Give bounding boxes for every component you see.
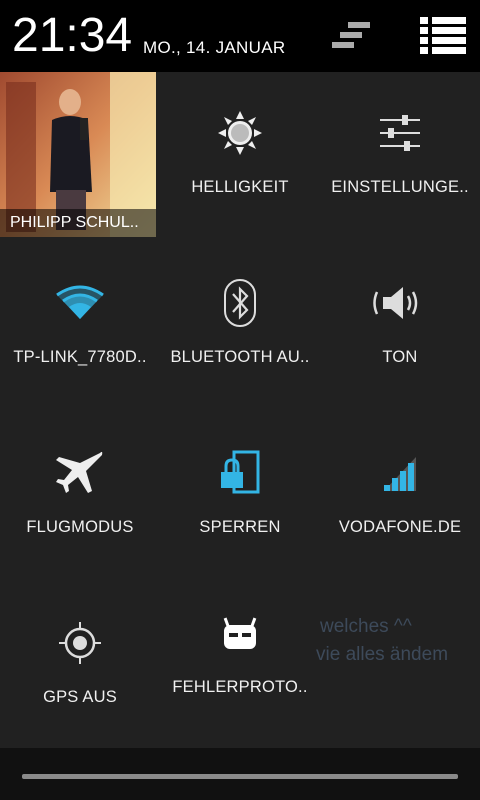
gps-icon [50, 618, 110, 668]
panel-bottom [0, 748, 480, 800]
tile-bluetooth[interactable]: BLUETOOTH AU.. [160, 242, 320, 412]
lock-icon [210, 448, 270, 498]
tile-label: HELLIGKEIT [191, 178, 289, 196]
tile-signal[interactable]: VODAFONE.DE [320, 412, 480, 582]
cyanogenmod-icon [210, 610, 270, 660]
background-text-line1: welches ^^ [320, 616, 412, 637]
tile-label: BLUETOOTH AU.. [170, 348, 310, 366]
date: MO., 14. JANUAR [143, 38, 286, 57]
tile-label: TON [382, 348, 418, 366]
tile-label: FEHLERPROTO.. [172, 678, 308, 696]
status-bar: 21:34 MO., 14. JANUAR [0, 0, 480, 72]
notifications-dismiss-icon[interactable] [326, 14, 376, 59]
tile-sound[interactable]: TON [320, 242, 480, 412]
tile-label: GPS AUS [43, 688, 117, 706]
tile-brightness[interactable]: HELLIGKEIT [160, 72, 320, 242]
drag-handle[interactable] [22, 774, 458, 779]
tile-settings[interactable]: EINSTELLUNGE.. [320, 72, 480, 242]
signal-icon [370, 448, 430, 498]
tile-label: EINSTELLUNGE.. [331, 178, 469, 196]
brightness-icon [210, 108, 270, 158]
tile-gps[interactable]: GPS AUS [0, 582, 160, 752]
profile-tile[interactable]: PHILIPP SCHUL.. [0, 72, 156, 237]
tile-lock[interactable]: SPERREN [160, 412, 320, 582]
wifi-icon [50, 278, 110, 328]
bluetooth-icon [210, 278, 270, 328]
settings-list-icon[interactable] [418, 14, 468, 63]
settings-sliders-icon [370, 108, 430, 158]
tile-label: VODAFONE.DE [338, 518, 462, 536]
clock: 21:34 [12, 9, 133, 62]
profile-name: PHILIPP SCHUL.. [0, 209, 156, 237]
tile-bugreport[interactable]: FEHLERPROTO.. [160, 582, 320, 752]
airplane-icon [50, 448, 110, 498]
background-text-line2: vie alles ändem [316, 644, 449, 665]
tile-airplane[interactable]: FLUGMODUS [0, 412, 160, 582]
tile-label: SPERREN [199, 518, 281, 536]
sound-icon [370, 278, 430, 328]
tile-wifi[interactable]: TP-LINK_7780D.. [0, 242, 160, 412]
tile-label: TP-LINK_7780D.. [13, 348, 147, 366]
tile-label: FLUGMODUS [26, 518, 134, 536]
